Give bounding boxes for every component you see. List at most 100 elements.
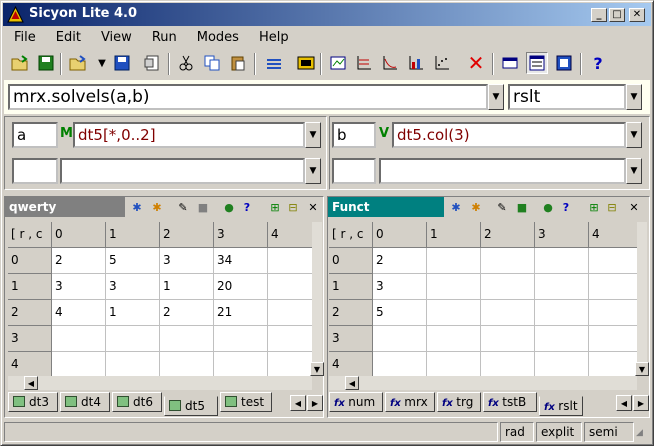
right-tab-scroll-left[interactable]: ◀ [616,395,632,411]
cut-icon[interactable] [176,53,196,73]
left-corner-header[interactable]: [ r , c [8,222,52,248]
menu-help[interactable]: Help [249,28,299,48]
right-row-header[interactable]: 1 [329,274,373,300]
left-hscroll-left[interactable]: ◀ [24,376,38,390]
left-table-cell[interactable]: 3 [160,248,214,274]
paste-icon[interactable] [228,53,248,73]
right-table-cell[interactable] [373,326,427,352]
title-bar[interactable]: Sicyon Lite 4.0 _ □ ✕ [3,3,651,26]
copy-icon[interactable] [202,53,222,73]
help-icon[interactable]: ? [588,53,608,73]
left-table-cell[interactable]: 2 [52,248,106,274]
right-table-cell[interactable] [373,352,427,376]
left-table-cell[interactable] [160,352,214,376]
menu-edit[interactable]: Edit [46,28,91,48]
right-table-cell[interactable] [481,352,535,376]
disk-icon[interactable]: ■ [195,199,211,215]
right-swap-icon[interactable]: ✱ [448,199,464,215]
matrix-mode-label[interactable]: M [60,126,73,141]
left-row-header[interactable]: 1 [8,274,52,300]
right-table-cell[interactable] [427,274,481,300]
left-grid[interactable]: [ r , c 0 1 2 3 4 0 2 5 3 34 1 3 3 1 20 2 4 1 2 21 3 4 [8,222,312,376]
left-row-header[interactable]: 2 [8,300,52,326]
left-table-cell[interactable] [160,326,214,352]
right-edit-icon[interactable]: ✎ [494,199,510,215]
right-table-cell[interactable] [535,300,589,326]
right-close-panel-icon[interactable]: ✕ [626,199,642,215]
right-add-panel-icon[interactable]: ⊞ [586,199,602,215]
right-save-icon[interactable]: ■ [514,199,530,215]
menu-file[interactable]: File [4,28,46,48]
right-column-header[interactable]: 4 [589,222,637,248]
left-tab-dt5[interactable]: dt5 [164,396,218,416]
right-tab-num[interactable]: fx num [329,392,383,412]
add-panel-icon[interactable]: ⊞ [267,199,283,215]
left-table-cell[interactable] [214,326,268,352]
right-table-cell[interactable] [589,248,637,274]
save-as-icon[interactable] [112,53,132,73]
plot-icon[interactable] [354,53,374,73]
right-expr-dropdown[interactable]: ▼ [626,122,642,148]
grid-view-icon[interactable] [554,53,574,73]
open-dropdown-icon[interactable]: ▼ [92,53,112,73]
close-button[interactable]: ✕ [629,8,645,22]
left-var-input-2[interactable] [12,158,58,184]
left-table-cell[interactable] [268,274,312,300]
right-expr-dropdown-2[interactable]: ▼ [626,158,642,184]
left-table-cell[interactable] [106,326,160,352]
right-table-cell[interactable] [481,326,535,352]
close-panel-icon[interactable]: ✕ [305,199,321,215]
left-column-header[interactable]: 1 [106,222,160,248]
right-vscroll[interactable] [637,222,647,376]
right-table-cell[interactable] [589,274,637,300]
right-table-cell[interactable] [481,274,535,300]
curve-plot-icon[interactable] [380,53,400,73]
open-folder-icon[interactable] [10,53,30,73]
right-table-cell[interactable] [427,326,481,352]
left-table-cell[interactable] [214,352,268,376]
left-table-cell[interactable]: 4 [52,300,106,326]
right-collapse-panel-icon[interactable]: ⊟ [604,199,620,215]
right-table-cell[interactable]: 5 [373,300,427,326]
right-hscroll-left[interactable]: ◀ [345,376,359,390]
collapse-panel-icon[interactable]: ⊟ [285,199,301,215]
maximize-button[interactable]: □ [609,8,625,22]
right-table-cell[interactable] [589,300,637,326]
right-table-cell[interactable] [535,326,589,352]
left-table-cell[interactable] [268,248,312,274]
left-table-cell[interactable]: 21 [214,300,268,326]
right-tab-rslt[interactable]: fx rslt [539,396,583,416]
globe-icon[interactable]: ● [221,199,237,215]
expression-input[interactable]: mrx.solvels(a,b) [8,84,488,110]
right-table-cell[interactable] [535,352,589,376]
left-tab-dt3[interactable]: dt3 [8,392,58,412]
right-vscroll-down[interactable]: ▼ [635,362,649,376]
right-table-cell[interactable]: 3 [373,274,427,300]
left-column-header[interactable]: 4 [268,222,312,248]
panel-help-icon[interactable]: ? [239,199,255,215]
left-table-cell[interactable]: 2 [160,300,214,326]
right-table-cell[interactable] [481,248,535,274]
right-row-header[interactable]: 0 [329,248,373,274]
left-tab-test[interactable]: test [220,392,272,412]
right-var-input-2[interactable] [332,158,376,184]
left-expr-input-2[interactable] [60,158,305,184]
left-vscroll-down[interactable]: ▼ [310,362,324,376]
right-corner-header[interactable]: [ r , c [329,222,373,248]
save-icon[interactable] [36,53,56,73]
left-table-cell[interactable] [52,352,106,376]
left-column-header[interactable]: 2 [160,222,214,248]
left-table-cell[interactable] [268,326,312,352]
left-expr-input[interactable]: dt5[*,0..2] [73,122,305,148]
left-row-header[interactable]: 0 [8,248,52,274]
align-icon[interactable] [264,53,284,73]
right-tab-trg[interactable]: fx trg [437,392,481,412]
menu-modes[interactable]: Modes [187,28,249,48]
left-table-cell[interactable]: 3 [52,274,106,300]
swap-icon[interactable]: ✱ [129,199,145,215]
right-grid[interactable]: [ r , c0123402132534 [329,222,637,376]
left-row-header[interactable]: 4 [8,352,52,376]
menu-view[interactable]: View [91,28,142,48]
left-table-cell[interactable]: 5 [106,248,160,274]
left-expr-dropdown-2[interactable]: ▼ [305,158,321,184]
